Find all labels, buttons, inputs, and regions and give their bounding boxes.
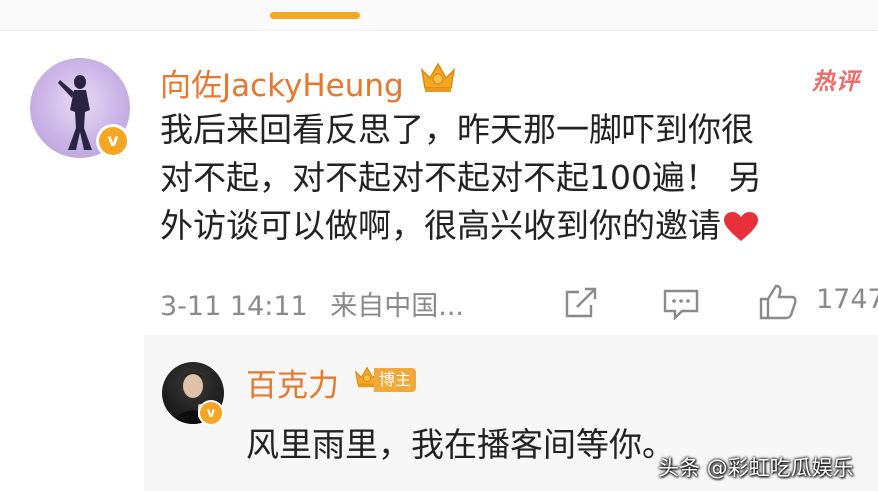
reply-verified-icon: v bbox=[198, 400, 224, 426]
share-icon[interactable] bbox=[563, 286, 599, 320]
like-icon[interactable] bbox=[758, 283, 798, 321]
comment-line: 对不起，对不起对不起对不起100遍！ 另 bbox=[160, 158, 762, 197]
like-count: 1747 bbox=[816, 284, 878, 315]
comment-line-last: 外访谈可以做啊，很高兴收到你的邀请 bbox=[160, 202, 878, 250]
source: 来自中国... bbox=[330, 291, 465, 322]
divider bbox=[0, 30, 878, 31]
heart-emoji-icon bbox=[724, 212, 758, 241]
top-bar bbox=[0, 0, 878, 30]
hot-comment-tag: 热评 bbox=[812, 69, 860, 95]
timestamp: 3-11 14:11 bbox=[160, 291, 308, 322]
comment-line: 外访谈可以做啊，很高兴收到你的邀请 bbox=[160, 206, 721, 245]
verified-icon: v bbox=[96, 124, 130, 158]
reply-author[interactable]: 百克力 bbox=[246, 360, 339, 405]
blogger-badge: 博主 bbox=[374, 368, 417, 392]
comment-icon[interactable] bbox=[662, 288, 700, 320]
watermark: 头条 @彩虹吃瓜娱乐 bbox=[658, 456, 854, 480]
comment-author[interactable]: 向佐JackyHeung bbox=[160, 60, 404, 105]
comment-line: 我后来回看反思了，昨天那一脚吓到你很 bbox=[160, 110, 754, 149]
crown-icon bbox=[420, 62, 456, 92]
comment-text: 我后来回看反思了，昨天那一脚吓到你很 对不起，对不起对不起对不起100遍！ 另 … bbox=[160, 106, 878, 250]
comment-meta: 3-11 14:11 来自中国... bbox=[160, 284, 464, 323]
tab-indicator bbox=[270, 12, 360, 19]
reply-text: 风里雨里，我在播客间等你。 bbox=[246, 425, 675, 464]
